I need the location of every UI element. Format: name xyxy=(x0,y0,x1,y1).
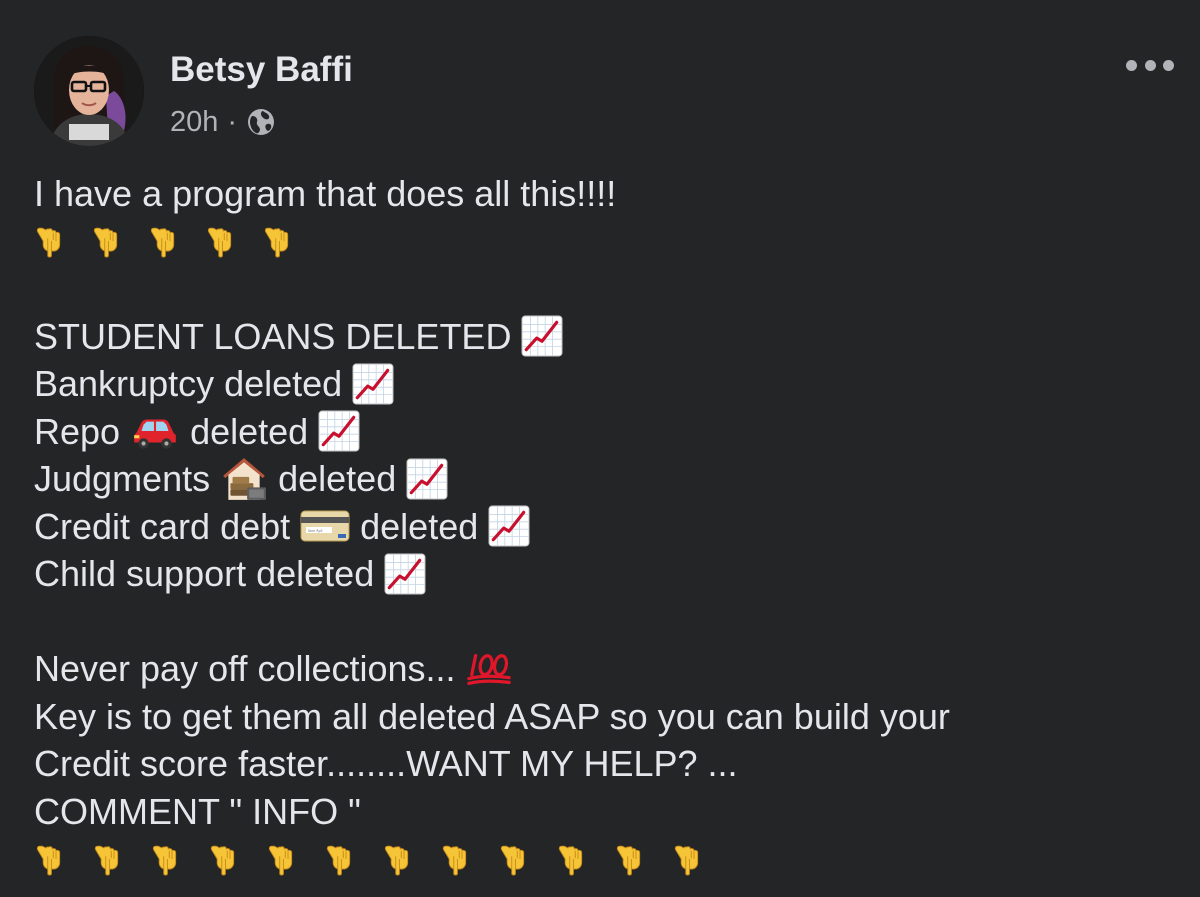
credit-score-text: Credit score faster........WANT MY HELP?… xyxy=(34,743,738,784)
bankruptcy-text: Bankruptcy deleted xyxy=(34,363,343,404)
backhand-index-pointing-down-icon xyxy=(34,841,67,877)
chart-increasing-icon xyxy=(406,458,448,500)
backhand-index-pointing-down-icon xyxy=(672,841,705,877)
backhand-index-pointing-down-icon xyxy=(556,841,589,877)
child-support-text: Child support deleted xyxy=(34,553,375,594)
backhand-index-pointing-down-icon xyxy=(262,223,295,259)
intro-text: I have a program that does all this!!!! xyxy=(34,173,617,214)
post-text-line: COMMENT " INFO " xyxy=(34,788,1174,836)
chart-increasing-icon xyxy=(521,315,563,357)
meta-separator: · xyxy=(227,105,238,138)
backhand-index-pointing-down-icon xyxy=(440,841,473,877)
key-text: Key is to get them all deleted ASAP so y… xyxy=(34,695,950,737)
credit-card-text: Credit card debt xyxy=(34,505,291,547)
backhand-index-pointing-down-icon xyxy=(266,841,299,877)
post-text-line: Bankruptcy deleted xyxy=(34,360,1174,408)
pointing-down-row xyxy=(34,218,1174,266)
backhand-index-pointing-down-icon xyxy=(498,841,531,877)
more-dot xyxy=(1144,59,1156,71)
globe-icon[interactable] xyxy=(246,107,276,137)
chart-increasing-icon xyxy=(318,410,360,452)
chart-increasing-icon xyxy=(352,363,394,405)
more-dot xyxy=(1126,59,1137,71)
backhand-index-pointing-down-icon xyxy=(150,841,183,877)
repo-text: Repo xyxy=(34,410,121,452)
credit-card-icon xyxy=(300,507,350,545)
post-meta: 20h · xyxy=(170,102,276,142)
deleted-text: deleted xyxy=(190,410,309,452)
post-text-line: STUDENT LOANS DELETED xyxy=(34,313,1174,361)
red-car-icon xyxy=(130,412,180,450)
author-name[interactable]: Betsy Baffi xyxy=(170,50,353,90)
backhand-index-pointing-down-icon xyxy=(92,841,125,877)
feed-post: Betsy Baffi 20h · I have a program that … xyxy=(0,0,1200,897)
post-text-line: Child support deleted xyxy=(34,550,1174,598)
post-body: I have a program that does all this!!!! … xyxy=(34,170,1174,883)
backhand-index-pointing-down-icon xyxy=(205,223,238,259)
student-loans-text: STUDENT LOANS DELETED xyxy=(34,315,512,357)
backhand-index-pointing-down-icon xyxy=(148,223,181,259)
post-header: Betsy Baffi 20h · xyxy=(34,36,1174,148)
deleted-text: deleted xyxy=(278,458,397,499)
backhand-index-pointing-down-icon xyxy=(34,223,67,259)
chart-increasing-icon xyxy=(488,505,530,547)
backhand-index-pointing-down-icon xyxy=(382,841,415,877)
post-text-line: Credit card debt deleted xyxy=(34,503,1174,551)
house-and-money-icon xyxy=(220,456,268,502)
more-dot xyxy=(1163,59,1174,71)
more-options-icon[interactable] xyxy=(1126,50,1174,80)
pointing-down-row xyxy=(34,835,1174,883)
backhand-index-pointing-down-icon xyxy=(91,223,124,259)
post-text-line: I have a program that does all this!!!! xyxy=(34,170,1174,218)
deleted-text: deleted xyxy=(360,505,479,547)
hundred-points-icon xyxy=(466,651,512,687)
post-text-line: Key is to get them all deleted ASAP so y… xyxy=(34,693,1174,741)
collections-text: Never pay off collections... xyxy=(34,648,456,689)
judgments-text: Judgments xyxy=(34,458,211,499)
post-timestamp[interactable]: 20h xyxy=(170,106,218,139)
chart-increasing-icon xyxy=(384,553,426,595)
comment-info-text: COMMENT " INFO " xyxy=(34,790,361,832)
post-text-line: Credit score faster........WANT MY HELP?… xyxy=(34,740,1174,788)
post-text-line: Repo deleted xyxy=(34,408,1174,456)
post-text-line: Judgments deleted xyxy=(34,455,1174,503)
backhand-index-pointing-down-icon xyxy=(614,841,647,877)
backhand-index-pointing-down-icon xyxy=(208,841,241,877)
post-text-line: Never pay off collections... xyxy=(34,645,1174,693)
backhand-index-pointing-down-icon xyxy=(324,841,357,877)
author-avatar[interactable] xyxy=(34,36,144,146)
